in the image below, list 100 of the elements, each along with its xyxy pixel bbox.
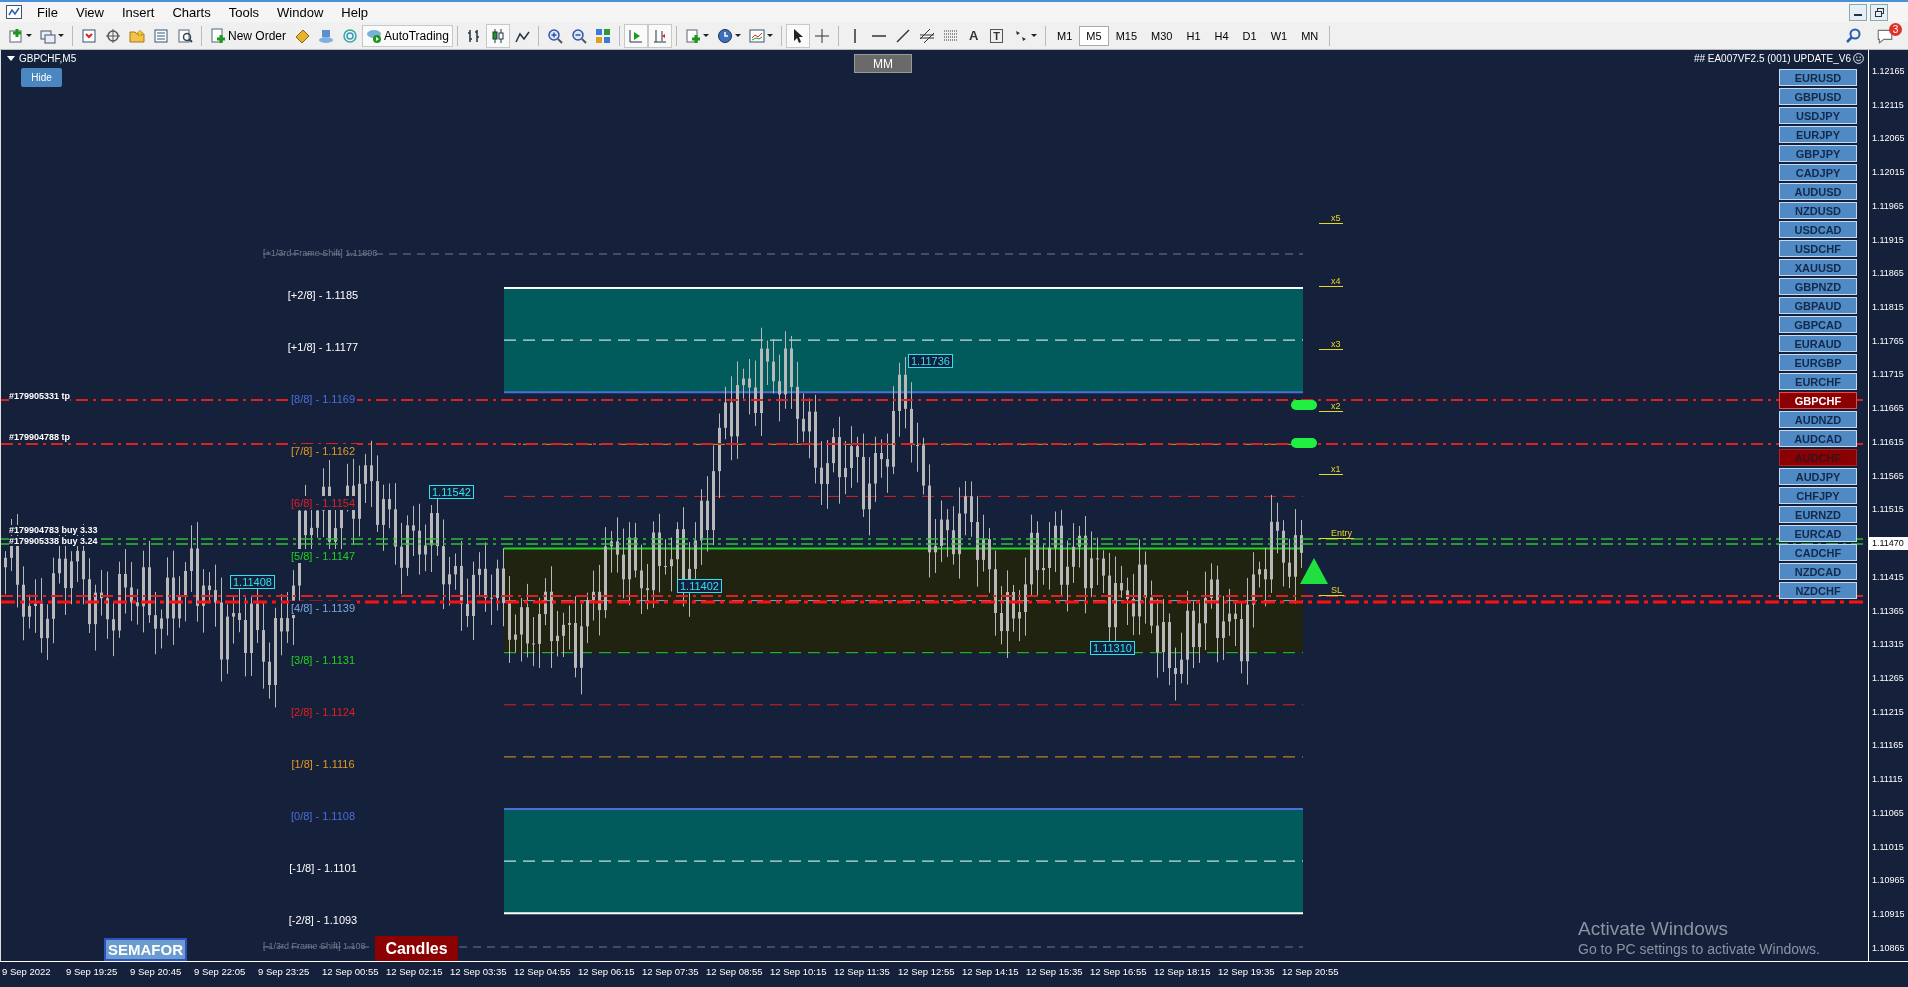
time-tick: 12 Sep 18:15 xyxy=(1154,965,1212,979)
menu-item[interactable]: Insert xyxy=(112,3,164,21)
symbol-button[interactable]: CHFJPY xyxy=(1779,487,1857,504)
smiley-icon xyxy=(1853,53,1864,64)
symbol-button[interactable]: GBPNZD xyxy=(1779,278,1857,295)
symbol-button[interactable]: AUDCAD xyxy=(1779,430,1857,447)
price-tag: 1.11542 xyxy=(429,485,474,499)
restore-icon[interactable] xyxy=(1870,3,1888,21)
symbol-button[interactable]: NZDCAD xyxy=(1779,563,1857,580)
price-tick: 1.11565 xyxy=(1871,469,1905,483)
price-tick: 1.11315 xyxy=(1871,638,1905,652)
symbol-button[interactable]: USDCAD xyxy=(1779,221,1857,238)
level-label: [+1/8] - 1.1177 xyxy=(285,340,361,355)
timeframe-tab[interactable]: H1 xyxy=(1179,25,1208,46)
text-label-tool[interactable]: T xyxy=(990,28,1004,43)
auto-trading-button[interactable]: AutoTrading xyxy=(362,24,453,47)
price-tick: 1.12115 xyxy=(1871,98,1905,112)
app-logo-icon xyxy=(6,5,22,19)
minimize-icon[interactable] xyxy=(1849,3,1867,21)
price-tick: 1.11665 xyxy=(1871,402,1905,416)
time-tick: 12 Sep 19:35 xyxy=(1218,965,1276,979)
symbol-button[interactable]: GBPAUD xyxy=(1779,297,1857,314)
current-price-label: 1.11470 xyxy=(1869,537,1908,551)
timeframe-tab[interactable]: M30 xyxy=(1144,25,1180,46)
target-label: x4 xyxy=(1319,276,1343,287)
auto-scroll-icon[interactable] xyxy=(623,23,648,48)
timeframe-tab[interactable]: M15 xyxy=(1108,25,1145,46)
symbol-button[interactable]: EURCAD xyxy=(1779,525,1857,542)
symbol-button[interactable]: GBPUSD xyxy=(1779,88,1857,105)
symbol-button[interactable]: NZDCHF xyxy=(1779,582,1857,599)
timeframe-tab[interactable]: H4 xyxy=(1207,25,1236,46)
price-tick: 1.11265 xyxy=(1871,671,1905,685)
target-label: x5 xyxy=(1319,213,1343,224)
chart-shift-icon[interactable] xyxy=(647,23,672,48)
symbol-button[interactable]: CADCHF xyxy=(1779,544,1857,561)
time-tick: 12 Sep 06:15 xyxy=(578,965,636,979)
price-tick: 1.11765 xyxy=(1871,334,1905,348)
menu-item[interactable]: File xyxy=(28,3,67,21)
price-tick: 1.11015 xyxy=(1871,840,1905,854)
symbol-button[interactable]: XAUUSD xyxy=(1779,259,1857,276)
level-label: [+2/8] - 1.1185 xyxy=(285,288,361,302)
symbol-button[interactable]: GBPJPY xyxy=(1779,145,1857,162)
level-label: [6/8] - 1.1154 xyxy=(289,496,357,511)
time-tick: 12 Sep 08:55 xyxy=(706,965,764,979)
symbol-button[interactable]: CADJPY xyxy=(1779,164,1857,181)
price-tick: 1.10865 xyxy=(1871,941,1906,955)
time-tick: 12 Sep 00:55 xyxy=(322,965,380,979)
menu-item[interactable]: Tools xyxy=(219,3,269,21)
price-tag: 1.11736 xyxy=(908,354,953,368)
symbol-button[interactable]: AUDUSD xyxy=(1779,183,1857,200)
level-label: [5/8] - 1.1147 xyxy=(289,548,357,563)
cursor-icon[interactable] xyxy=(785,23,810,48)
level-label: [-2/8] - 1.1093 xyxy=(286,913,360,928)
timeframe-tab[interactable]: D1 xyxy=(1235,25,1264,46)
menu-item[interactable]: View xyxy=(66,3,113,21)
expert-name: ## EA007VF2.5 (001) UPDATE_V6 xyxy=(1693,53,1851,64)
symbol-button[interactable]: EURNZD xyxy=(1779,506,1857,523)
candlestick-icon[interactable] xyxy=(485,23,510,48)
chart-symbol-label[interactable]: GBPCHF,M5 xyxy=(7,53,77,64)
level-label: [4/8] - 1.1139 xyxy=(289,600,357,615)
order-label: #179905331 tp xyxy=(9,391,71,401)
price-tick: 1.11815 xyxy=(1871,301,1905,315)
symbol-button[interactable]: EURUSD xyxy=(1779,69,1857,86)
symbol-button[interactable]: GBPCAD xyxy=(1779,316,1857,333)
symbol-button[interactable]: EURJPY xyxy=(1779,126,1857,143)
symbol-button[interactable]: USDJPY xyxy=(1779,107,1857,124)
symbol-button[interactable]: EURGBP xyxy=(1779,354,1857,371)
symbol-button[interactable]: GBPCHF xyxy=(1779,392,1857,409)
text-tool[interactable]: A xyxy=(962,28,985,43)
price-tag: 1.11408 xyxy=(230,575,275,589)
activation-title: Activate Windows xyxy=(1578,918,1729,940)
search-icon[interactable] xyxy=(1846,27,1862,44)
price-tick: 1.11915 xyxy=(1871,233,1905,247)
time-tick: 9 Sep 20:45 xyxy=(130,965,183,979)
price-tick: 1.11715 xyxy=(1871,368,1905,382)
semafor-button[interactable]: SEMAFOR xyxy=(104,938,187,961)
timeframe-tab[interactable]: M1 xyxy=(1050,25,1080,46)
menu-item[interactable]: Charts xyxy=(163,3,220,21)
symbol-button[interactable]: USDCHF xyxy=(1779,240,1857,257)
timeframe-tab[interactable]: MN xyxy=(1294,25,1326,46)
menu-item[interactable]: Window xyxy=(268,3,333,21)
level-label: [0/8] - 1.1108 xyxy=(289,809,357,823)
time-tick: 12 Sep 11:35 xyxy=(834,965,891,979)
menu-item[interactable]: Help xyxy=(332,3,378,21)
order-label: #179904783 buy 3.33 xyxy=(9,525,98,535)
price-tag: 1.11402 xyxy=(677,579,722,593)
symbol-button[interactable]: AUDJPY xyxy=(1779,468,1857,485)
time-tick: 12 Sep 20:55 xyxy=(1282,965,1340,979)
price-tag: 1.11310 xyxy=(1090,641,1135,655)
symbol-button[interactable]: EURCHF xyxy=(1779,373,1857,390)
symbol-button[interactable]: NZDUSD xyxy=(1779,202,1857,219)
timeframe-tab[interactable]: M5 xyxy=(1079,25,1109,46)
symbol-button[interactable]: AUDNZD xyxy=(1779,411,1857,428)
timeframe-tab[interactable]: W1 xyxy=(1263,25,1295,46)
hide-button[interactable]: Hide xyxy=(21,68,62,87)
price-tick: 1.11965 xyxy=(1871,199,1905,213)
mm-button[interactable]: MM xyxy=(854,54,912,73)
symbol-button[interactable]: EURAUD xyxy=(1779,335,1857,352)
target-label: x3 xyxy=(1319,339,1343,350)
candles-button[interactable]: Candles xyxy=(375,936,458,961)
